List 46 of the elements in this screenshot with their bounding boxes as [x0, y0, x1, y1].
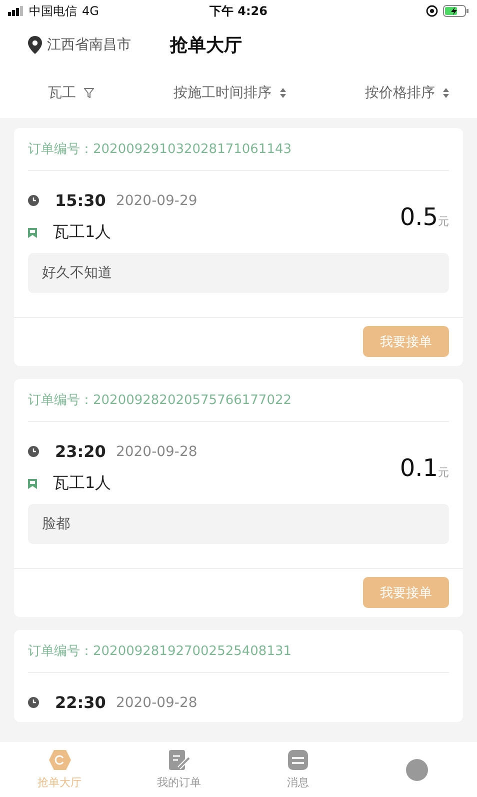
tab[interactable]: 抢单大厅 [0, 742, 120, 797]
work-date: 2020-09-29 [116, 192, 198, 208]
profile-icon [406, 758, 428, 780]
worker-count: 瓦工1人 [53, 222, 112, 243]
work-date: 2020-09-28 [116, 444, 198, 460]
clock-icon [28, 195, 39, 206]
sort-icon [280, 88, 286, 98]
battery-icon [443, 5, 469, 17]
clock-icon [28, 697, 39, 708]
price-unit: 元 [438, 465, 449, 480]
clock-icon [28, 446, 39, 457]
order-number: 订单编号：202009282020575766177022 [28, 392, 292, 409]
edit-icon [166, 749, 191, 771]
network-type: 4G [82, 4, 99, 18]
hexagon-icon [48, 749, 72, 771]
filter-button[interactable]: 瓦工 [48, 80, 94, 106]
clock: 下午 4:26 [209, 2, 268, 20]
filter-button[interactable]: 按施工时间排序 [174, 80, 286, 106]
signal-icon [8, 6, 24, 16]
tab[interactable]: 消息 [238, 742, 358, 797]
price-unit: 元 [438, 214, 449, 229]
filter-icon [84, 88, 94, 98]
location-pin-icon [28, 36, 42, 54]
worker-count: 瓦工1人 [53, 473, 112, 494]
message-icon [287, 749, 310, 771]
bookmark-icon [28, 478, 37, 488]
page-title: 抢单大厅 [170, 34, 242, 57]
bookmark-icon [28, 228, 37, 238]
note-box: 脸都 [28, 504, 449, 544]
work-time: 15:30 [55, 191, 106, 210]
work-time: 22:30 [55, 693, 106, 712]
filter-button[interactable]: 按价格排序 [365, 80, 449, 106]
sort-icon [443, 88, 449, 98]
price: 0.5 [400, 203, 438, 231]
order-number: 订单编号：202009281927002525408131 [28, 643, 292, 660]
accept-order-button[interactable]: 我要接单 [363, 577, 449, 608]
price: 0.1 [400, 454, 438, 482]
accept-order-button[interactable]: 我要接单 [363, 326, 449, 357]
location-text[interactable]: 江西省南昌市 [47, 36, 131, 54]
note-box: 好久不知道 [28, 253, 449, 293]
work-time: 23:20 [55, 442, 106, 461]
order-number: 订单编号：202009291032028171061143 [28, 141, 292, 158]
carrier: 中国电信 [29, 2, 77, 20]
work-date: 2020-09-28 [116, 694, 198, 710]
rotation-lock-icon [426, 5, 438, 17]
tab[interactable]: 我的订单 [119, 742, 238, 797]
